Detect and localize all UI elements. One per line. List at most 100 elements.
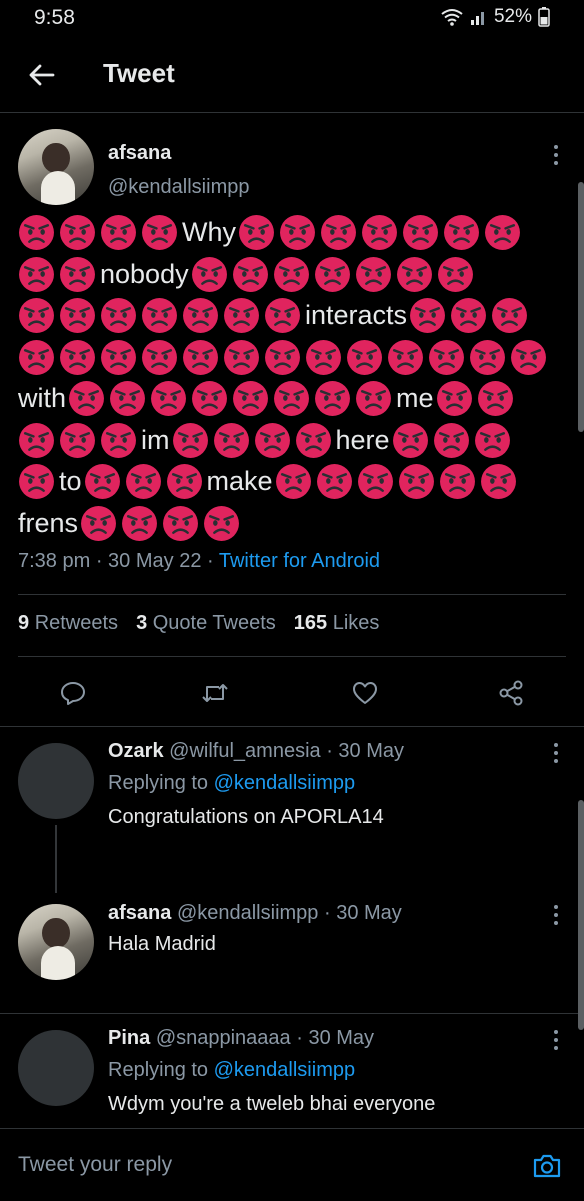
reply-author-name[interactable]: afsana: [108, 902, 171, 924]
tweet-word: nobody: [100, 258, 189, 289]
angry-face-emoji: [264, 297, 301, 334]
tweet-text-line: nobody: [18, 254, 558, 296]
tweet-source-link[interactable]: Twitter for Android: [219, 550, 380, 572]
angry-face-emoji: [295, 422, 332, 459]
reply-tweet[interactable]: afsana @kendallsiimpp · 30 May Hala Madr…: [0, 890, 584, 1012]
tweet-text-line: frens: [18, 503, 558, 545]
battery-icon: [538, 7, 550, 27]
reply-author-handle[interactable]: @snappinaaaa: [156, 1027, 291, 1049]
angry-face-emoji: [480, 463, 517, 500]
reply-avatar[interactable]: [18, 904, 94, 980]
reply-button[interactable]: [56, 676, 90, 710]
angry-face-emoji: [477, 380, 514, 417]
reply-icon: [61, 682, 85, 705]
angry-face-emoji: [305, 339, 342, 376]
share-button[interactable]: [494, 676, 528, 710]
angry-face-emoji: [232, 380, 269, 417]
angry-face-emoji: [59, 256, 96, 293]
status-bar: 9:58 52%: [0, 0, 584, 40]
angry-face-emoji: [213, 422, 250, 459]
tweet-actions: [0, 668, 584, 718]
tweet-text-line: im here: [18, 420, 558, 462]
scrollbar[interactable]: [578, 182, 584, 432]
angry-face-emoji: [238, 214, 275, 251]
angry-face-emoji: [314, 380, 351, 417]
tweet-word: interacts: [305, 300, 408, 330]
angry-face-emoji: [273, 380, 310, 417]
page-title: Tweet: [103, 58, 175, 88]
retweets-stat[interactable]: 9 Retweets: [18, 612, 118, 635]
divider: [18, 594, 566, 595]
back-button[interactable]: [24, 58, 58, 92]
angry-face-emoji: [443, 214, 480, 251]
angry-face-emoji: [121, 505, 158, 542]
tweet-word: im: [141, 424, 170, 455]
reply-avatar[interactable]: [18, 743, 94, 819]
angry-face-emoji: [18, 297, 55, 334]
reply-tweet[interactable]: Pina @snappinaaaa · 30 May Replying to @…: [0, 1014, 584, 1128]
reply-more-button[interactable]: [553, 743, 559, 763]
reply-date: 30 May: [336, 902, 402, 924]
angry-face-emoji: [59, 422, 96, 459]
reply-author-name[interactable]: Ozark: [108, 740, 164, 762]
replying-to-handle[interactable]: @kendallsiimpp: [214, 1059, 355, 1081]
angry-face-emoji: [182, 297, 219, 334]
angry-face-emoji: [436, 380, 473, 417]
tweet-text-line: interacts: [18, 295, 558, 337]
reply-author-handle[interactable]: @kendallsiimpp: [177, 902, 318, 924]
angry-face-emoji: [59, 297, 96, 334]
wifi-icon: [441, 9, 463, 26]
tweet-word: me: [396, 383, 434, 413]
top-app-bar: Tweet: [0, 40, 584, 113]
quote-tweets-stat[interactable]: 3 Quote Tweets: [136, 612, 276, 635]
scrollbar[interactable]: [578, 800, 584, 1030]
like-button[interactable]: [348, 676, 382, 710]
reply-more-button[interactable]: [553, 1030, 559, 1050]
reply-author-name[interactable]: Pina: [108, 1027, 150, 1049]
likes-stat[interactable]: 165 Likes: [294, 612, 380, 635]
angry-face-emoji: [232, 256, 269, 293]
replying-to-handle[interactable]: @kendallsiimpp: [214, 772, 355, 794]
angry-face-emoji: [100, 297, 137, 334]
battery-percent: 52%: [493, 6, 532, 27]
author-name[interactable]: afsana: [108, 142, 171, 165]
author-avatar[interactable]: [18, 129, 94, 205]
reply-input[interactable]: Tweet your reply: [18, 1153, 172, 1177]
author-handle[interactable]: @kendallsiimpp: [108, 176, 249, 199]
reply-text: Hala Madrid: [108, 933, 216, 955]
share-icon: [499, 680, 523, 706]
tweet-word: with: [18, 383, 67, 413]
angry-face-emoji: [141, 214, 178, 251]
angry-face-emoji: [510, 339, 547, 376]
angry-face-emoji: [125, 463, 162, 500]
retweet-button[interactable]: [198, 676, 232, 710]
angry-face-emoji: [355, 380, 392, 417]
angry-face-emoji: [264, 339, 301, 376]
tweet-text-line: to make: [18, 461, 558, 503]
angry-face-emoji: [59, 214, 96, 251]
angry-face-emoji: [150, 380, 187, 417]
reply-more-button[interactable]: [553, 905, 559, 925]
angry-face-emoji: [191, 380, 228, 417]
tweet-more-button[interactable]: [553, 145, 559, 165]
angry-face-emoji: [469, 339, 506, 376]
angry-face-emoji: [491, 297, 528, 334]
angry-face-emoji: [437, 256, 474, 293]
angry-face-emoji: [484, 214, 521, 251]
angry-face-emoji: [166, 463, 203, 500]
angry-face-emoji: [396, 256, 433, 293]
reply-author-handle[interactable]: @wilful_amnesia: [169, 740, 320, 762]
camera-icon: [533, 1154, 561, 1178]
angry-face-emoji: [18, 256, 55, 293]
camera-button[interactable]: [530, 1149, 564, 1183]
reply-header: Pina @snappinaaaa · 30 May: [108, 1027, 375, 1049]
tweet-word: here: [335, 424, 390, 455]
angry-face-emoji: [314, 256, 351, 293]
angry-face-emoji: [320, 214, 357, 251]
angry-face-emoji: [392, 422, 429, 459]
angry-face-emoji: [172, 422, 209, 459]
back-arrow-icon: [29, 64, 55, 86]
reply-avatar[interactable]: [18, 1030, 94, 1106]
reply-tweet[interactable]: Ozark @wilful_amnesia · 30 May Replying …: [0, 727, 584, 893]
reply-header: Ozark @wilful_amnesia · 30 May: [108, 740, 405, 762]
